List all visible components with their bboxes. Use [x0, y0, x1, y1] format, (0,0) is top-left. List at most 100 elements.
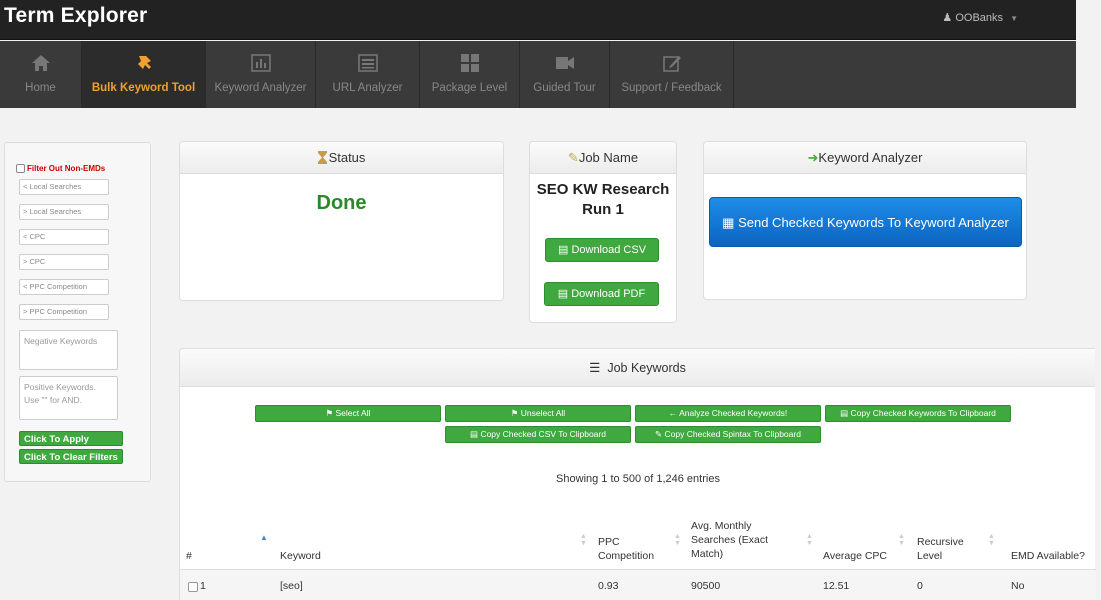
grid-icon: [460, 54, 479, 72]
download-pdf-button[interactable]: ▤ Download PDF: [544, 282, 659, 306]
analyze-checked-keywords-button[interactable]: ← Analyze Checked Keywords!: [635, 405, 821, 422]
copy-checked-keywords-label: Copy Checked Keywords To Clipboard: [850, 408, 996, 418]
row-ppc-competition: 0.93: [598, 580, 619, 592]
keyword-analyzer-title: Keyword Analyzer: [818, 150, 923, 165]
job-name-line-1: SEO KW Research: [536, 181, 670, 198]
flag-icon: ⚑: [325, 408, 334, 418]
download-csv-label: Download CSV: [571, 244, 647, 256]
unselect-all-button[interactable]: ⚑ Unselect All: [445, 405, 631, 422]
min-cpc-input[interactable]: < CPC: [19, 229, 109, 245]
nav-item-package-level[interactable]: Package Level: [420, 41, 520, 108]
chevron-down-icon: ▼: [1010, 14, 1018, 23]
copy-checked-keywords-button[interactable]: ▤ Copy Checked Keywords To Clipboard: [825, 405, 1011, 422]
entries-info: Showing 1 to 500 of 1,246 entries: [556, 473, 720, 485]
job-name-title: Job Name: [578, 150, 639, 165]
status-panel: Status Done: [179, 141, 504, 301]
row-average-cpc: 12.51: [823, 580, 850, 592]
sort-icon: ▲ ▼: [674, 533, 681, 547]
max-local-searches-input[interactable]: > Local Searches: [19, 204, 109, 220]
nav-item-bulk-keyword-tool[interactable]: Bulk Keyword Tool: [82, 41, 206, 108]
column-header-recursive-level[interactable]: Recursive Level: [917, 535, 964, 563]
header-line: Searches (Exact: [691, 534, 769, 546]
video-camera-icon: [555, 57, 574, 69]
download-pdf-label: Download PDF: [571, 288, 646, 300]
top-bar: Term Explorer ♟ OOBanks ▼: [0, 0, 1076, 40]
row-number: 1: [200, 580, 206, 592]
copy-checked-csv-button[interactable]: ▤ Copy Checked CSV To Clipboard: [445, 426, 631, 443]
select-all-label: Select All: [335, 408, 371, 418]
apply-filters-button[interactable]: Click To Apply Filters: [19, 431, 123, 456]
nav-item-keyword-analyzer[interactable]: Keyword Analyzer: [206, 41, 316, 108]
table-row[interactable]: 1 [seo] 0.93 90500 12.51 0 No: [180, 569, 1096, 600]
max-ppc-competition-input[interactable]: > PPC Competition: [19, 304, 109, 320]
copy-checked-csv-label: Copy Checked CSV To Clipboard: [480, 429, 606, 439]
column-header-avg-monthly-searches[interactable]: Avg. Monthly Searches (Exact Match): [691, 519, 768, 561]
min-ppc-competition-input[interactable]: < PPC Competition: [19, 279, 109, 295]
min-local-searches-input[interactable]: < Local Searches: [19, 179, 109, 195]
send-to-keyword-analyzer-button[interactable]: ▦ Send Checked Keywords To Keyword Analy…: [709, 197, 1022, 247]
header-line: Level: [917, 550, 943, 562]
pencil-icon: ✎: [655, 429, 663, 439]
csv-file-icon: ▤: [557, 244, 569, 256]
header-line: Recursive: [917, 536, 964, 548]
filter-non-emds-checkbox[interactable]: Filter Out Non-EMDs: [16, 164, 105, 173]
sort-asc-icon: ▲: [260, 533, 268, 542]
select-all-button[interactable]: ⚑ Select All: [255, 405, 441, 422]
flag-icon: ⚑: [510, 408, 519, 418]
nav-label: Home: [25, 82, 56, 94]
app-title[interactable]: Term Explorer: [4, 4, 147, 28]
header-line: Match): [691, 548, 724, 560]
job-keywords-header: ☰ Job Keywords: [180, 349, 1095, 387]
row-emd-available: No: [1011, 580, 1025, 592]
unselect-all-label: Unselect All: [520, 408, 566, 418]
chart-icon: ▦: [722, 215, 735, 230]
status-panel-header: Status: [180, 142, 503, 174]
negative-keywords-textarea[interactable]: Negative Keywords: [19, 330, 118, 370]
sort-icon: ▲ ▼: [988, 533, 995, 547]
header-line: PPC: [598, 536, 620, 548]
header-line: Avg. Monthly: [691, 520, 752, 532]
column-header-keyword[interactable]: Keyword: [280, 549, 321, 563]
list-icon: ☰: [589, 361, 601, 375]
row-searches: 90500: [691, 580, 721, 592]
nav-item-guided-tour[interactable]: Guided Tour: [520, 41, 610, 108]
document-icon: ▤: [840, 408, 849, 418]
column-header-average-cpc[interactable]: Average CPC: [823, 549, 887, 563]
clear-filters-button[interactable]: Click To Clear Filters: [19, 449, 123, 464]
job-name-panel-header: ✎Job Name: [530, 142, 676, 174]
nav-label: URL Analyzer: [332, 82, 403, 94]
user-icon: ♟: [942, 12, 953, 24]
user-menu[interactable]: ♟ OOBanks ▼: [942, 11, 1018, 24]
pencil-icon: ✎: [567, 150, 579, 165]
copy-checked-spintax-label: Copy Checked Spintax To Clipboard: [664, 429, 801, 439]
download-csv-button[interactable]: ▤ Download CSV: [545, 238, 659, 262]
positive-keywords-textarea[interactable]: Positive Keywords. Use "" for AND.: [19, 376, 118, 420]
sort-icon: ▲ ▼: [806, 533, 813, 547]
nav-label: Package Level: [431, 82, 508, 94]
job-name-line-2: Run 1: [582, 201, 624, 218]
sort-icon: ▲ ▼: [898, 533, 905, 547]
copy-checked-spintax-button[interactable]: ✎ Copy Checked Spintax To Clipboard: [635, 426, 821, 443]
arrow-right-icon: ➜: [807, 150, 819, 165]
keyword-analyzer-panel-header: ➜Keyword Analyzer: [704, 142, 1026, 174]
checkbox[interactable]: [16, 164, 25, 173]
nav-item-url-analyzer[interactable]: URL Analyzer: [316, 41, 420, 108]
csv-file-icon: ▤: [470, 429, 479, 439]
send-to-keyword-analyzer-label: Send Checked Keywords To Keyword Analyze…: [738, 215, 1009, 230]
column-header-emd-available[interactable]: EMD Available?: [1011, 549, 1085, 563]
nav-label: Support / Feedback: [621, 82, 722, 94]
keyword-analyzer-panel: ➜Keyword Analyzer ▦ Send Checked Keyword…: [703, 141, 1027, 300]
nav-item-support-feedback[interactable]: Support / Feedback: [610, 41, 734, 108]
column-header-number[interactable]: #: [186, 549, 192, 563]
column-header-ppc-competition[interactable]: PPC Competition: [598, 535, 654, 563]
nav-label: Bulk Keyword Tool: [91, 82, 196, 94]
hourglass-icon: [317, 151, 327, 164]
row-recursive-level: 0: [917, 580, 923, 592]
user-name: OOBanks: [955, 12, 1004, 24]
filter-non-emds-label: Filter Out Non-EMDs: [27, 164, 106, 173]
nav-item-home[interactable]: Home: [0, 41, 82, 108]
max-cpc-input[interactable]: > CPC: [19, 254, 109, 270]
job-name-value: SEO KW Research Run 1: [530, 180, 676, 220]
row-checkbox[interactable]: [188, 582, 198, 592]
status-title: Status: [328, 150, 366, 165]
